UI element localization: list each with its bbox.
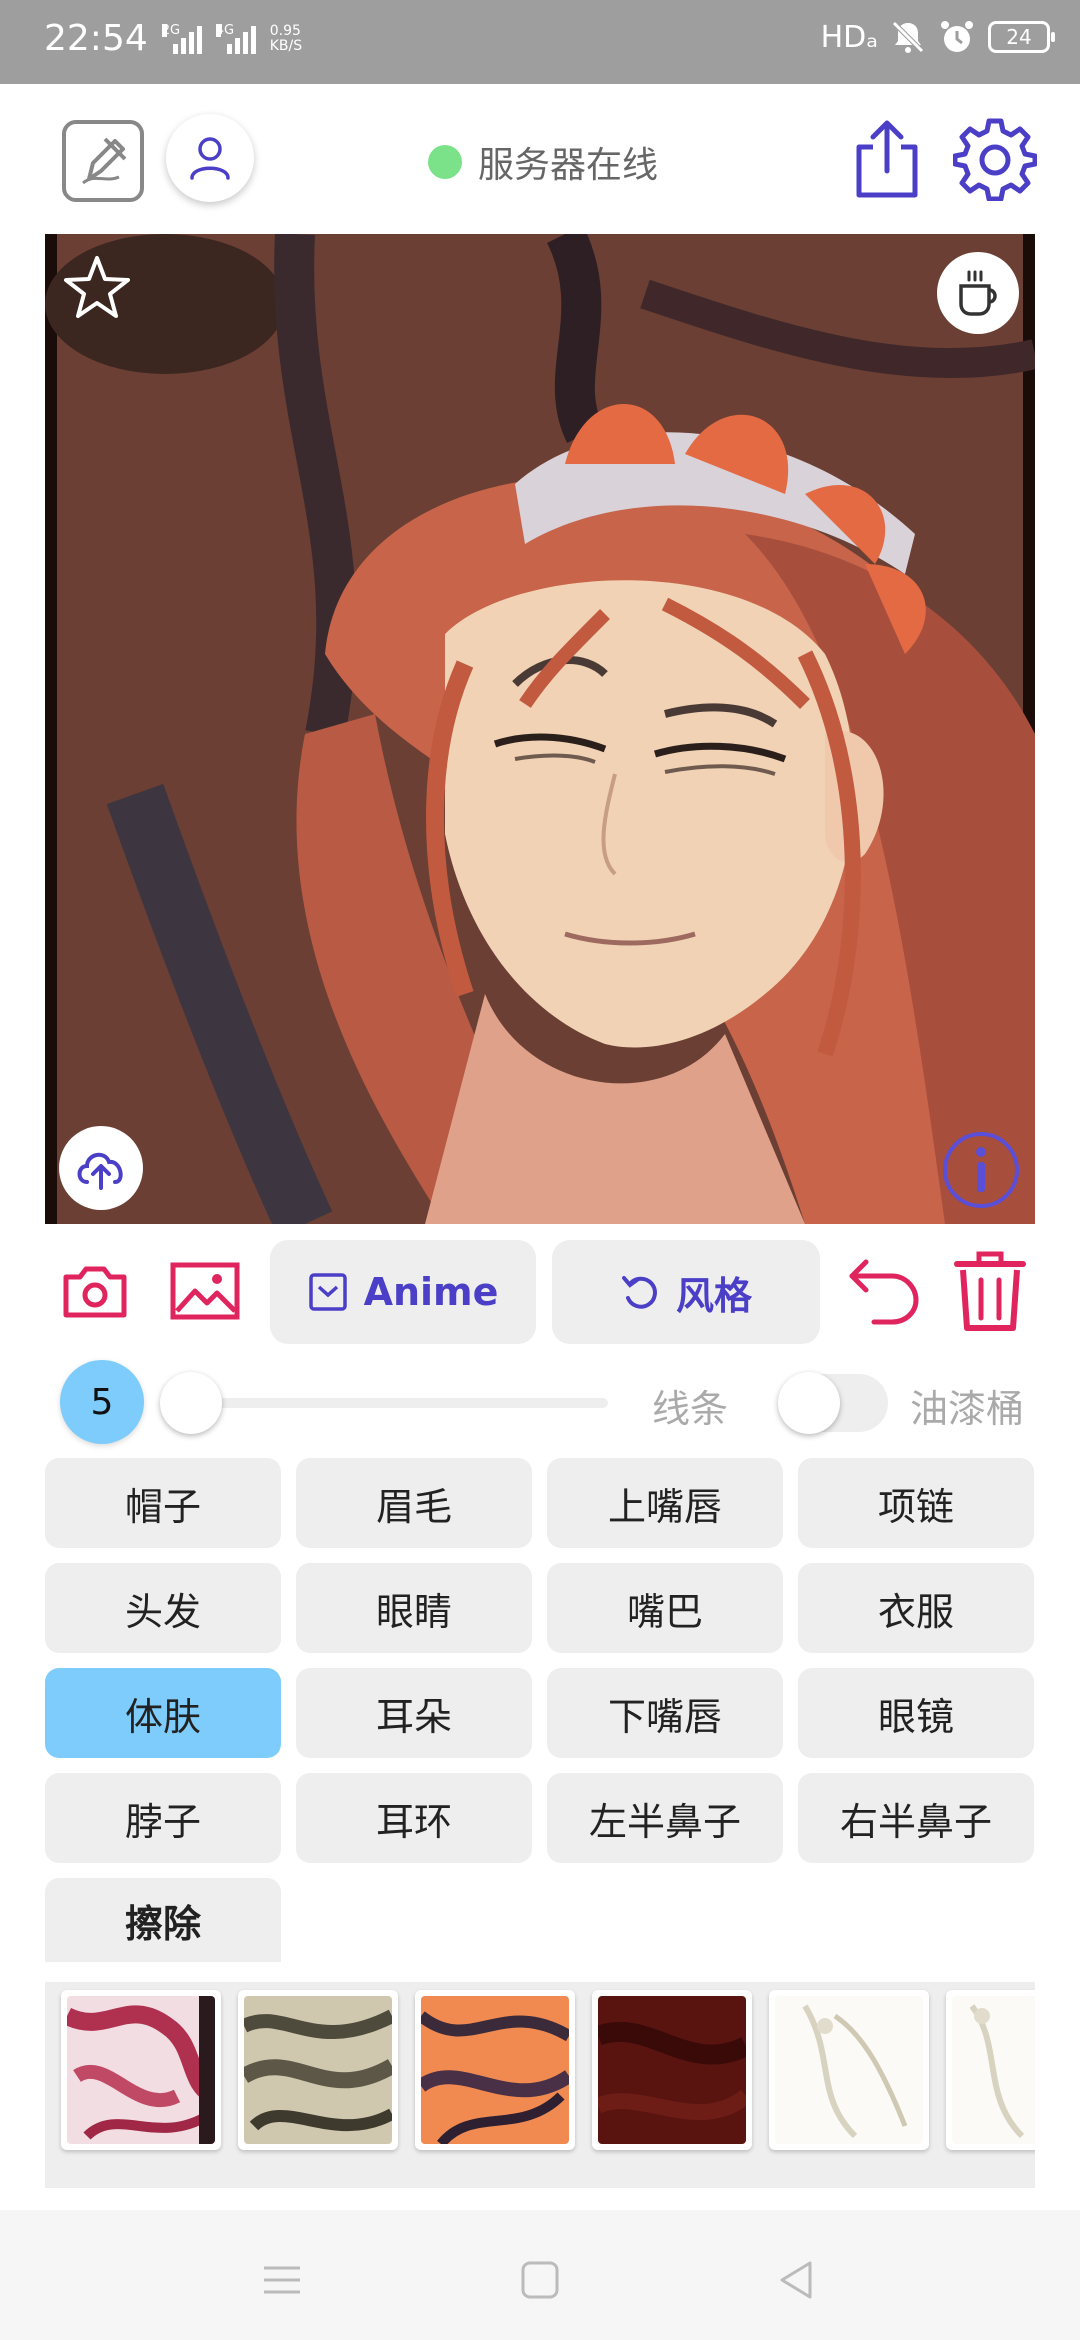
style-thumbnail-image (952, 1996, 1035, 2144)
style-thumbnail-image (421, 1996, 569, 2144)
part-lower-lip-button[interactable]: 下嘴唇 (547, 1668, 783, 1758)
app-header: 服务器在线 (0, 84, 1080, 234)
part-eyes-button[interactable]: 眼睛 (296, 1563, 532, 1653)
part-upper-lip-button[interactable]: 上嘴唇 (547, 1458, 783, 1548)
image-icon (170, 1262, 240, 1320)
style-thumbnail[interactable] (769, 1990, 929, 2150)
user-button[interactable] (166, 114, 254, 202)
part-clothes-button[interactable]: 衣服 (798, 1563, 1034, 1653)
refresh-icon (621, 1276, 657, 1309)
part-skin-button[interactable]: 体肤 (45, 1668, 281, 1758)
part-earrings-button[interactable]: 耳环 (296, 1773, 532, 1863)
tool-bar: Anime 风格 (0, 1238, 1080, 1344)
camera-icon (63, 1266, 127, 1318)
user-icon (190, 137, 230, 180)
nav-menu-button[interactable] (252, 2250, 312, 2310)
signal-2g-icon: 2G (161, 23, 202, 54)
nav-back-button[interactable] (766, 2250, 826, 2310)
part-ears-button[interactable]: 耳朵 (296, 1668, 532, 1758)
status-bar: 22:54 2G 4G 0.95 KB/S HDₐ 24 (0, 0, 1080, 84)
brush-controls: 5 线条 油漆桶 (0, 1360, 1080, 1444)
style-thumbnail-image (598, 1996, 746, 2144)
part-hair-button[interactable]: 头发 (45, 1563, 281, 1653)
style-thumbnail[interactable] (415, 1990, 575, 2150)
style-label: 风格 (675, 1273, 752, 1318)
style-thumbnail-image (244, 1996, 392, 2144)
part-left-nose-button[interactable]: 左半鼻子 (547, 1773, 783, 1863)
upload-button[interactable] (59, 1126, 143, 1210)
paint-bucket-toggle-knob[interactable] (778, 1372, 840, 1434)
style-thumbnail[interactable] (238, 1990, 398, 2150)
dropdown-box-icon (308, 1273, 347, 1311)
part-mouth-button[interactable]: 嘴巴 (547, 1563, 783, 1653)
signal-4g-icon: 4G (215, 23, 256, 54)
coffee-button[interactable] (937, 252, 1019, 334)
style-thumbnail-image (775, 1996, 923, 2144)
system-navigation-bar (0, 2210, 1080, 2340)
brush-size-indicator: 5 (60, 1360, 144, 1444)
nav-home-button[interactable] (510, 2250, 570, 2310)
part-eyebrows-button[interactable]: 眉毛 (296, 1458, 532, 1548)
part-necklace-button[interactable]: 项链 (798, 1458, 1034, 1548)
menu-icon (264, 2266, 300, 2294)
style-thumbnail[interactable] (946, 1990, 1035, 2150)
brush-size-thumb[interactable] (160, 1372, 222, 1434)
settings-button[interactable] (952, 116, 1038, 202)
status-dot-icon (428, 145, 462, 179)
alarm-icon (941, 21, 973, 52)
undo-button[interactable] (842, 1254, 926, 1328)
part-glasses-button[interactable]: 眼镜 (798, 1668, 1034, 1758)
gallery-button[interactable] (168, 1254, 242, 1328)
erase-button[interactable]: 擦除 (45, 1878, 281, 1962)
style-thumbnail[interactable] (592, 1990, 752, 2150)
net-speed: 0.95 KB/S (269, 22, 303, 54)
status-time: 22:54 (44, 18, 148, 59)
part-right-nose-button[interactable]: 右半鼻子 (798, 1773, 1034, 1863)
edit-button[interactable] (62, 120, 144, 202)
line-mode-label: 线条 (652, 1387, 729, 1431)
camera-button[interactable] (58, 1254, 132, 1328)
edit-square-icon (82, 137, 127, 185)
gear-icon (953, 118, 1037, 201)
style-thumbnail[interactable] (61, 1990, 221, 2150)
trash-icon (954, 1251, 1026, 1331)
star-icon (64, 256, 130, 318)
drawing-canvas[interactable] (45, 234, 1035, 1224)
paint-bucket-label: 油漆桶 (910, 1387, 1025, 1431)
share-icon (856, 120, 918, 198)
back-triangle-icon (780, 2261, 812, 2299)
server-status: 服务器在线 (428, 136, 658, 188)
info-icon (943, 1132, 1019, 1208)
home-square-icon (521, 2261, 559, 2299)
style-thumbnail-image (67, 1996, 215, 2144)
style-button[interactable]: 风格 (552, 1240, 820, 1344)
anime-portrait-image (45, 234, 1035, 1224)
cloud-upload-icon (77, 1152, 123, 1190)
info-button[interactable] (941, 1130, 1021, 1210)
brush-size-slider[interactable] (190, 1398, 608, 1408)
undo-icon (849, 1259, 919, 1325)
server-status-text: 服务器在线 (478, 145, 659, 186)
anime-model-button[interactable]: Anime (270, 1240, 536, 1344)
mute-icon (892, 21, 924, 53)
part-neck-button[interactable]: 脖子 (45, 1773, 281, 1863)
battery-indicator: 24 (988, 21, 1055, 53)
anime-label: Anime (363, 1270, 499, 1314)
coffee-cup-icon (959, 270, 997, 316)
hd-indicator: HDₐ (820, 19, 878, 55)
part-hat-button[interactable]: 帽子 (45, 1458, 281, 1548)
style-thumbnail-strip[interactable] (45, 1982, 1035, 2188)
share-button[interactable] (846, 114, 928, 204)
favorite-button[interactable] (61, 252, 133, 324)
delete-button[interactable] (950, 1246, 1030, 1336)
